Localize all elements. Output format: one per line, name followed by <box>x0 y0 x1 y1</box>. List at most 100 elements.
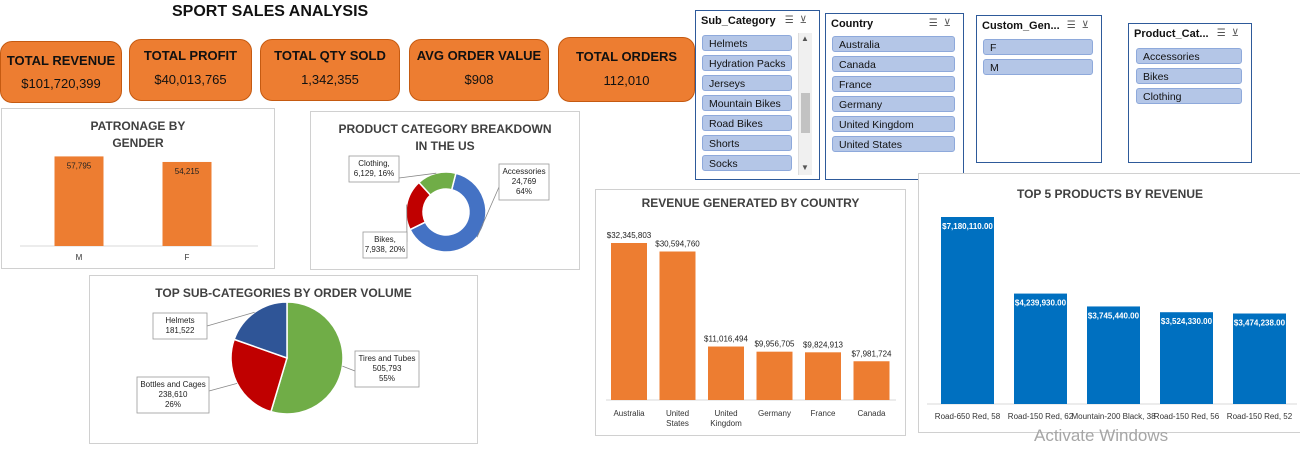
clear-filter-icon[interactable]: ⊻ <box>1082 20 1095 31</box>
kpi-label: TOTAL REVENUE <box>6 53 116 68</box>
bar <box>941 217 994 404</box>
slicer-item[interactable]: United Kingdom <box>832 116 955 132</box>
data-label: 26% <box>165 400 181 409</box>
chart-top-sub-categories: TOP SUB-CATEGORIES BY ORDER VOLUME Tires… <box>89 275 478 444</box>
clear-filter-icon[interactable]: ⊻ <box>800 15 813 26</box>
multi-select-icon[interactable]: ☰ <box>1217 28 1232 39</box>
data-label: 238,610 <box>159 390 188 399</box>
data-label: 6,129, 16% <box>354 169 394 178</box>
data-label: $3,745,440.00 <box>1088 311 1140 320</box>
multi-select-icon[interactable]: ☰ <box>785 15 800 26</box>
data-label: 54,215 <box>175 167 200 176</box>
slicer-item[interactable]: Socks <box>702 155 792 171</box>
kpi-total-orders: TOTAL ORDERS 112,010 <box>558 37 695 102</box>
bar <box>659 251 696 400</box>
data-label: Tires and Tubes <box>358 354 415 363</box>
bar <box>805 352 841 400</box>
bar <box>1087 306 1140 404</box>
clear-filter-icon[interactable]: ⊻ <box>944 18 957 29</box>
data-label: $7,180,110.00 <box>942 222 993 231</box>
slicer-item[interactable]: Australia <box>832 36 955 52</box>
slicer-item[interactable]: France <box>832 76 955 92</box>
slicer-sub-category[interactable]: Sub_Category ☰⊻ Helmets Hydration Packs … <box>695 10 820 180</box>
slicer-item[interactable]: F <box>983 39 1093 55</box>
slicer-item[interactable]: United States <box>832 136 955 152</box>
products-bar-chart: $7,180,110.00 Road-650 Red, 58 $4,239,930.… <box>927 217 1297 421</box>
clear-filter-icon[interactable]: ⊻ <box>1232 28 1245 39</box>
bar <box>708 346 744 400</box>
kpi-value: 112,010 <box>603 73 650 88</box>
slicer-item[interactable]: Hydration Packs <box>702 55 792 71</box>
data-label: $30,594,760 <box>655 239 700 248</box>
slicer-item[interactable]: Accessories <box>1136 48 1242 64</box>
kpi-value: $101,720,399 <box>21 76 101 91</box>
slicer-item[interactable]: Jerseys <box>702 75 792 91</box>
slicer-item[interactable]: Bikes <box>1136 68 1242 84</box>
data-label: Bikes, <box>374 235 396 244</box>
data-label: 505,793 <box>373 364 402 373</box>
data-label: Helmets <box>165 316 194 325</box>
slicer-title: Product_Cat... <box>1134 28 1209 40</box>
scroll-down-icon[interactable]: ▼ <box>801 163 809 172</box>
multi-select-icon[interactable]: ☰ <box>1067 20 1082 31</box>
kpi-value: $40,013,765 <box>154 72 227 87</box>
data-label: Accessories <box>502 167 545 176</box>
slicer-title: Sub_Category <box>701 15 776 27</box>
leader-line <box>208 383 238 392</box>
multi-select-icon[interactable]: ☰ <box>929 18 944 29</box>
slicer-item[interactable]: M <box>983 59 1093 75</box>
bar <box>853 361 890 400</box>
bar <box>611 243 647 400</box>
tick-label: Kingdom <box>710 419 742 428</box>
slicer-item[interactable]: Mountain Bikes <box>702 95 792 111</box>
tick-label: M <box>76 253 83 262</box>
data-label: 7,938, 20% <box>365 245 405 254</box>
kpi-total-revenue: TOTAL REVENUE $101,720,399 <box>0 41 122 103</box>
data-label: 24,769 <box>512 177 537 186</box>
slicer-item[interactable]: Canada <box>832 56 955 72</box>
chart-product-category-breakdown: PRODUCT CATEGORY BREAKDOWN IN THE US Acc… <box>310 111 580 270</box>
kpi-avg-order-value: AVG ORDER VALUE $908 <box>409 39 549 101</box>
kpi-total-profit: TOTAL PROFIT $40,013,765 <box>129 39 252 101</box>
tick-label: Germany <box>758 409 791 418</box>
slicer-item[interactable]: Germany <box>832 96 955 112</box>
slicer-item[interactable]: Clothing <box>1136 88 1242 104</box>
data-label: $32,345,803 <box>607 231 652 240</box>
data-label: $3,474,238.00 <box>1234 319 1286 328</box>
data-label: $11,016,494 <box>704 335 748 344</box>
tick-label: States <box>666 419 689 428</box>
activate-windows-watermark: Activate Windows <box>1034 426 1169 445</box>
tick-label: France <box>811 409 836 418</box>
data-label: $9,956,705 <box>754 340 795 349</box>
tick-label: United <box>666 409 689 418</box>
scroll-up-icon[interactable]: ▲ <box>801 34 809 43</box>
kpi-label: TOTAL ORDERS <box>575 49 678 64</box>
bar <box>1014 293 1067 404</box>
slicer-scrollbar[interactable]: ▲ ▼ <box>798 33 812 175</box>
scroll-thumb[interactable] <box>801 93 810 133</box>
leader-line <box>342 365 356 372</box>
country-bar-chart: $32,345,803Australia$30,594,760UnitedSta… <box>606 231 896 428</box>
tick-label: Road-650 Red, 58 <box>935 412 1001 421</box>
tick-label: Canada <box>857 409 886 418</box>
slicer-item[interactable]: Road Bikes <box>702 115 792 131</box>
tick-label: United <box>714 409 737 418</box>
category-doughnut-chart: Accessories24,76964% Bikes,7,938, 20% Clot… <box>348 155 550 259</box>
kpi-value: 1,342,355 <box>301 72 359 87</box>
data-label: Clothing, <box>358 159 390 168</box>
slicer-product-category[interactable]: Product_Cat... ☰⊻ Accessories Bikes Clot… <box>1128 23 1252 163</box>
data-label: $3,524,330.00 <box>1161 317 1213 326</box>
chart-top-5-products: TOP 5 PRODUCTS BY REVENUE $7,180,110.00 R… <box>918 173 1300 433</box>
kpi-label: AVG ORDER VALUE <box>416 48 542 63</box>
gender-bar-chart: 57,795 M 54,215 F <box>20 156 258 262</box>
kpi-label: TOTAL PROFIT <box>143 48 238 63</box>
data-label: $4,239,930.00 <box>1015 299 1067 308</box>
slicer-item[interactable]: Shorts <box>702 135 792 151</box>
slicer-item[interactable]: Helmets <box>702 35 792 51</box>
slicer-title: Custom_Gen... <box>982 20 1060 32</box>
slicer-country[interactable]: Country ☰⊻ Australia Canada France Germa… <box>825 13 964 180</box>
data-label: $7,981,724 <box>851 349 892 358</box>
tick-label: Road-150 Red, 62 <box>1008 412 1074 421</box>
slicer-gender[interactable]: Custom_Gen... ☰⊻ F M <box>976 15 1102 163</box>
tick-label: Australia <box>613 409 645 418</box>
